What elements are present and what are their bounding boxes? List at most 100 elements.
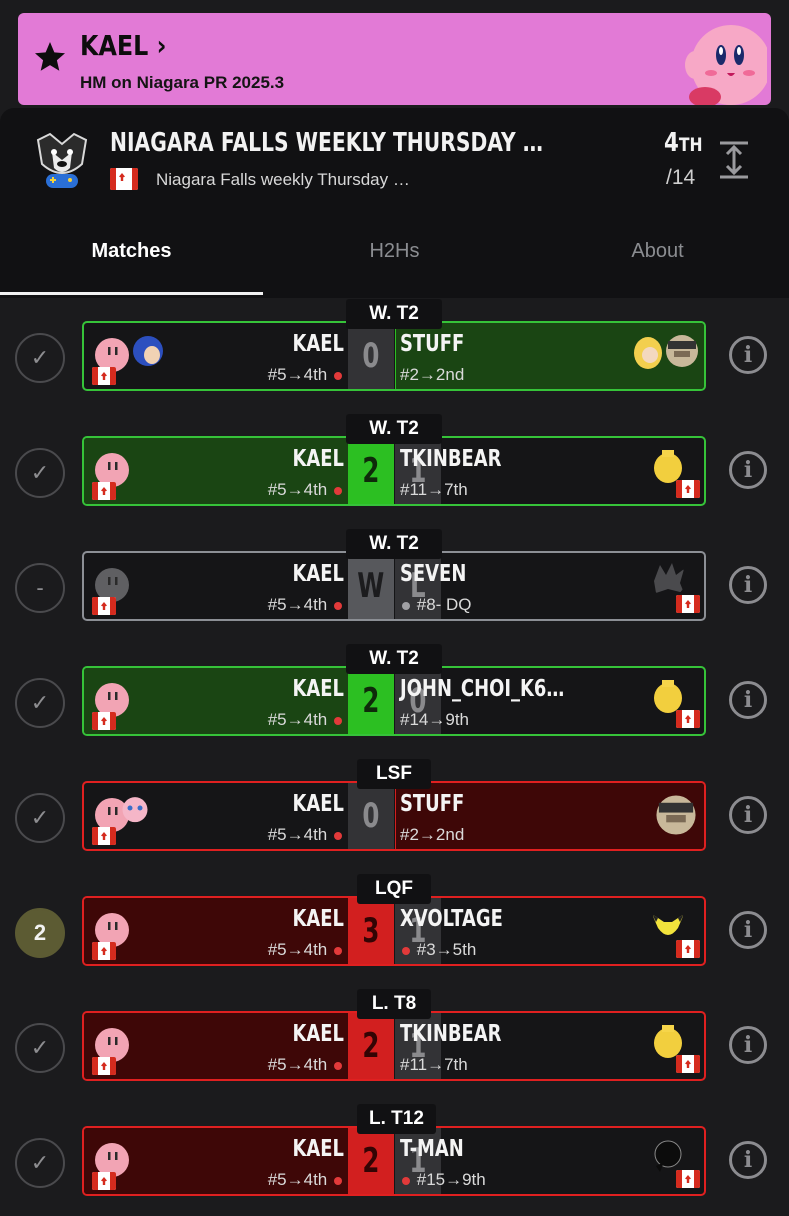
- tournament-header: NIAGARA FALLS WEEKLY THURSDAY … Niagara …: [0, 108, 789, 298]
- player-score: 3: [348, 898, 394, 964]
- zelda-character-icon: [634, 337, 662, 369]
- player-name: KAEL: [292, 561, 344, 587]
- tournament-logo: [36, 132, 88, 188]
- game-and-watch-character-icon: [654, 1140, 682, 1172]
- tab-matches[interactable]: Matches: [0, 240, 263, 263]
- canada-flag-icon: [92, 367, 116, 385]
- match-card[interactable]: KAEL #5→4th 2 1 TKINBEAR #11→7th: [82, 1011, 706, 1081]
- match-card[interactable]: KAEL #5→4th 2 1 T-MAN #15→9th: [82, 1126, 706, 1196]
- tab-h2hs[interactable]: H2Hs: [263, 240, 526, 263]
- player-score: 2: [348, 438, 394, 504]
- info-icon[interactable]: i: [729, 1141, 767, 1179]
- match-card[interactable]: KAEL #5→4th 0 2 STUFF #2→2nd: [82, 321, 706, 391]
- match-row: ✓ KAEL #5→4th 2 1 T-MAN #15→9th L. T12 i: [0, 1104, 789, 1216]
- seed-placement: #5→4th: [268, 825, 344, 845]
- seed-placement: #3→5th: [400, 940, 476, 960]
- seed-placement: #2→2nd: [400, 825, 465, 844]
- seed-placement: #5→4th: [268, 1170, 344, 1190]
- player-banner[interactable]: KAEL › HM on Niagara PR 2025.3: [18, 13, 771, 105]
- match-row: 2 KAEL #5→4th 3 1 XVOLTAGE #3→5th LQF i: [0, 874, 789, 986]
- seed-placement: #14→9th: [400, 710, 469, 729]
- opponent-name: TKINBEAR: [400, 446, 502, 472]
- canada-flag-icon: [92, 827, 116, 845]
- status-check-icon[interactable]: ✓: [15, 793, 65, 843]
- tab-about[interactable]: About: [526, 240, 789, 263]
- seed-placement: #11→7th: [400, 1055, 468, 1074]
- player-name: KAEL: [292, 906, 344, 932]
- round-label: W. T2: [346, 414, 442, 444]
- match-row: ✓ KAEL #5→4th 2 0 JOHN_CHOI_K6… #14→9th …: [0, 644, 789, 756]
- canada-flag-icon: [676, 710, 700, 728]
- status-check-icon[interactable]: ✓: [15, 1023, 65, 1073]
- match-row: ✓ KAEL #5→4th 2 1 TKINBEAR #11→7th W. T2…: [0, 414, 789, 526]
- seed-placement: #11→7th: [400, 480, 468, 499]
- canada-flag-icon: [92, 597, 116, 615]
- info-icon[interactable]: i: [729, 451, 767, 489]
- player-name: KAEL: [292, 331, 344, 357]
- status-dash-icon[interactable]: -: [15, 563, 65, 613]
- opponent-name: SEVEN: [400, 561, 467, 587]
- opponent-name: TKINBEAR: [400, 1021, 502, 1047]
- opponent-name: STUFF: [400, 791, 465, 817]
- player-ranking-subtitle: HM on Niagara PR 2025.3: [80, 73, 285, 92]
- match-card[interactable]: KAEL #5→4th 2 0 JOHN_CHOI_K6… #14→9th: [82, 666, 706, 736]
- match-card[interactable]: KAEL #5→4th W L SEVEN #8- DQ: [82, 551, 706, 621]
- player-score: 2: [348, 1013, 394, 1079]
- canada-flag-icon: [676, 595, 700, 613]
- round-label: L. T12: [357, 1104, 436, 1134]
- tournament-title[interactable]: NIAGARA FALLS WEEKLY THURSDAY …: [110, 128, 543, 158]
- player-name: KAEL: [292, 446, 344, 472]
- canada-flag-icon: [676, 940, 700, 958]
- seed-placement: #8- DQ: [400, 595, 472, 615]
- canada-flag-icon: [110, 168, 138, 190]
- seed-placement: #5→4th: [268, 1055, 344, 1075]
- match-row: ✓ KAEL #5→4th 0 3 STUFF #2→2nd LSF i: [0, 759, 789, 871]
- status-check-icon[interactable]: ✓: [15, 448, 65, 498]
- chevron-right-icon: ›: [156, 29, 167, 62]
- match-row: - KAEL #5→4th W L SEVEN #8- DQ W. T2 i: [0, 529, 789, 641]
- match-card[interactable]: KAEL #5→4th 3 1 XVOLTAGE #3→5th: [82, 896, 706, 966]
- match-row: ✓ KAEL #5→4th 0 2 STUFF #2→2nd W. T2 i: [0, 299, 789, 411]
- game-count-badge[interactable]: 2: [15, 908, 65, 958]
- status-check-icon[interactable]: ✓: [15, 678, 65, 728]
- info-icon[interactable]: i: [729, 1026, 767, 1064]
- event-subtitle: Niagara Falls weekly Thursday …: [156, 170, 410, 189]
- entrant-count: /14: [666, 166, 696, 189]
- canada-flag-icon: [676, 1170, 700, 1188]
- expand-vertical-icon[interactable]: [716, 140, 752, 180]
- canada-flag-icon: [92, 1172, 116, 1190]
- peach-character-icon: [654, 680, 682, 713]
- info-icon[interactable]: i: [729, 566, 767, 604]
- info-icon[interactable]: i: [729, 796, 767, 834]
- player-name: KAEL: [292, 1136, 344, 1162]
- player-score: 0: [348, 323, 394, 389]
- player-score: 0: [348, 783, 394, 849]
- round-label: W. T2: [346, 529, 442, 559]
- match-card[interactable]: KAEL #5→4th 2 1 TKINBEAR #11→7th: [82, 436, 706, 506]
- player-name: KAEL: [292, 791, 344, 817]
- canada-flag-icon: [92, 942, 116, 960]
- seed-placement: #2→2nd: [400, 365, 465, 384]
- status-check-icon[interactable]: ✓: [15, 333, 65, 383]
- opponent-name: STUFF: [400, 331, 465, 357]
- snake-character-icon: [656, 795, 696, 835]
- round-label: LSF: [357, 759, 431, 789]
- player-score: 2: [348, 1128, 394, 1194]
- info-icon[interactable]: i: [729, 681, 767, 719]
- info-icon[interactable]: i: [729, 911, 767, 949]
- match-card[interactable]: KAEL #5→4th 0 3 STUFF #2→2nd: [82, 781, 706, 851]
- seed-placement: #5→4th: [268, 365, 344, 385]
- opponent-name: JOHN_CHOI_K6…: [400, 676, 565, 702]
- round-label: W. T2: [346, 644, 442, 674]
- canada-flag-icon: [92, 1057, 116, 1075]
- pichu-character-icon: [652, 914, 684, 935]
- canada-flag-icon: [676, 480, 700, 498]
- cloud-character-icon: [654, 563, 684, 593]
- player-score: 2: [348, 668, 394, 734]
- round-label: LQF: [357, 874, 431, 904]
- status-check-icon[interactable]: ✓: [15, 1138, 65, 1188]
- snake-character-icon: [666, 335, 698, 367]
- player-name: KAEL: [292, 1021, 344, 1047]
- jigglypuff-character-icon: [122, 797, 148, 823]
- info-icon[interactable]: i: [729, 336, 767, 374]
